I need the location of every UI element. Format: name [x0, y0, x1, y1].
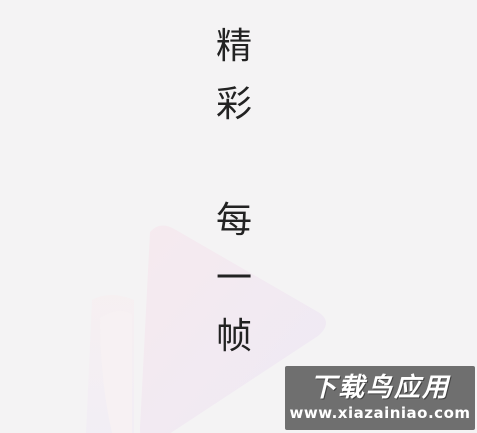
watermark-title: 下载鸟应用 [309, 373, 450, 403]
watermark-url: www.xiazainiao.com [289, 404, 471, 422]
slogan-char: 一 [215, 258, 252, 299]
watermark: 下载鸟应用 www.xiazainiao.com [285, 366, 475, 430]
slogan-char: 帧 [215, 316, 252, 357]
slogan-char: 彩 [215, 84, 252, 125]
slogan: 精 彩 每 一 帧 [214, 18, 254, 366]
slogan-char: 每 [215, 200, 252, 241]
splash-screen: 精 彩 每 一 帧 下载鸟应用 www.xiazainiao.com [0, 0, 477, 433]
slogan-char: 精 [215, 26, 252, 67]
